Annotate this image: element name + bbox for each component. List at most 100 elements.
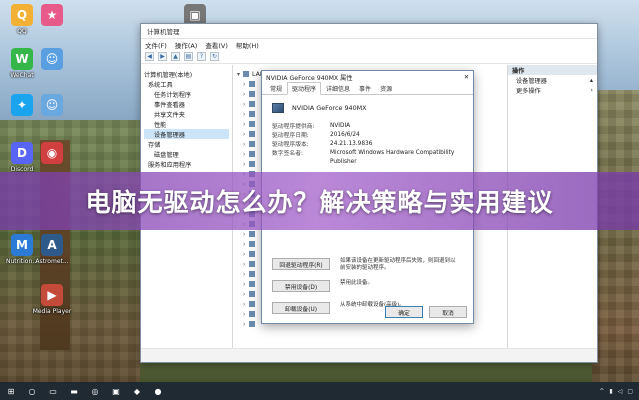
tree-item[interactable]: 性能	[144, 119, 229, 129]
device-icon	[249, 81, 255, 87]
device-icon	[249, 241, 255, 247]
menu-help[interactable]: 帮助(H)	[236, 40, 259, 50]
file-explorer-icon[interactable]: ▬	[67, 385, 81, 397]
desktop-icon-2[interactable]: ★	[32, 4, 72, 28]
cancel-button[interactable]: 取消	[429, 306, 467, 318]
chevron-right-icon: ›	[590, 86, 593, 94]
device-icon	[249, 151, 255, 157]
toolbar: ◀ ▶ ▲ ▤ ? ↻	[141, 50, 597, 64]
field-label: 驱动程序日期:	[272, 133, 309, 139]
desktop-icon-label: WeChat	[10, 72, 34, 79]
help-icon[interactable]: ?	[197, 52, 206, 61]
app-icon: A	[41, 234, 63, 256]
app-icon: ★	[41, 4, 63, 26]
task-view-icon[interactable]: ▭	[46, 385, 60, 397]
tab-details[interactable]: 详细信息	[322, 83, 354, 94]
display-adapter-icon	[272, 103, 284, 113]
desktop-icon-label: QQ	[17, 28, 27, 35]
start-icon[interactable]: ⊞	[4, 385, 18, 397]
dialog-tabs: 常规 驱动程序 详细信息 事件 资源	[262, 82, 473, 95]
app-icon[interactable]: ●	[151, 385, 165, 397]
search-icon[interactable]: ○	[25, 385, 39, 397]
tab-events[interactable]: 事件	[355, 83, 375, 94]
tree-item[interactable]: 服务和应用程序	[144, 159, 229, 169]
tree-item[interactable]: 存储	[144, 139, 229, 149]
desktop-icon-media[interactable]: ▶ Media Player	[32, 284, 72, 315]
menu-view[interactable]: 查看(V)	[205, 40, 228, 50]
discord-icon: D	[11, 142, 33, 164]
field-label: 驱动程序提供商:	[272, 124, 315, 130]
close-icon[interactable]: ✕	[464, 74, 469, 81]
tree-item[interactable]: 事件查看器	[144, 99, 229, 109]
device-icon	[249, 131, 255, 137]
uninstall-device-button[interactable]: 卸载设备(U)	[272, 302, 330, 314]
field-version: 驱动程序版本: 24.21.13.9836	[262, 139, 473, 149]
tab-general[interactable]: 常规	[266, 83, 286, 94]
device-icon	[249, 251, 255, 257]
browser-icon[interactable]: ◎	[88, 385, 102, 397]
field-date: 驱动程序日期: 2016/6/24	[262, 130, 473, 140]
chevron-up-icon[interactable]: ^	[599, 388, 604, 395]
window-title: 计算机管理	[147, 28, 180, 36]
rollback-driver-button[interactable]: 回退驱动程序(R)	[272, 258, 330, 270]
action-label: 设备管理器	[516, 77, 547, 85]
qq-icon: Q	[11, 4, 33, 26]
app-icon: M	[11, 234, 33, 256]
field-provider: 驱动程序提供商: NVIDIA	[262, 121, 473, 131]
anime-app-icon: ☺	[41, 94, 63, 116]
disable-device-button[interactable]: 禁用设备(D)	[272, 280, 330, 292]
notification-icon[interactable]: ▢	[627, 388, 633, 395]
device-icon	[249, 161, 255, 167]
disable-desc: 禁用此设备。	[340, 280, 374, 286]
menu-file[interactable]: 文件(F)	[145, 40, 167, 50]
tree-item[interactable]: 共享文件夹	[144, 109, 229, 119]
disable-row: 禁用设备(D) 禁用此设备。	[262, 280, 473, 302]
field-value: NVIDIA	[330, 122, 351, 129]
field-label: 数字签名者:	[272, 151, 303, 157]
device-icon	[249, 91, 255, 97]
tree-item-device-manager[interactable]: 设备管理器	[144, 129, 229, 139]
article-title-banner: 电脑无驱动怎么办？解决策略与实用建议	[0, 172, 639, 230]
tree-item[interactable]: 系统工具	[144, 79, 229, 89]
up-icon[interactable]: ▲	[171, 52, 180, 61]
desktop-icon-label: Astromet...	[35, 258, 69, 265]
device-icon	[249, 101, 255, 107]
menu-action[interactable]: 操作(A)	[175, 40, 198, 50]
device-icon	[249, 291, 255, 297]
device-icon	[249, 311, 255, 317]
device-icon	[249, 121, 255, 127]
desktop-icon-astromet[interactable]: A Astromet...	[32, 234, 72, 265]
network-icon[interactable]: ▮	[609, 388, 612, 395]
desktop-icon-7[interactable]: ☺	[32, 94, 72, 118]
field-signer-cont: Publisher	[262, 157, 473, 166]
rollback-row: 回退驱动程序(R) 如果该设备在更新驱动程序后失败，则回退到以前安装的驱动程序。	[262, 258, 473, 280]
ok-button[interactable]: 确定	[385, 306, 423, 318]
device-icon	[249, 321, 255, 327]
app-icon[interactable]: ◆	[130, 385, 144, 397]
wechat-icon: W	[11, 48, 33, 70]
volume-icon[interactable]: ◁	[618, 388, 623, 395]
desktop-icon-5[interactable]: ☺	[32, 48, 72, 72]
banner-title: 电脑无驱动怎么办？解决策略与实用建议	[85, 188, 554, 217]
actions-header: 操作	[508, 65, 597, 75]
system-tray: ^ ▮ ◁ ▢	[599, 382, 633, 400]
action-more[interactable]: 更多操作 ›	[508, 85, 597, 95]
action-device-manager[interactable]: 设备管理器 ▴	[508, 75, 597, 85]
rollback-desc: 如果该设备在更新驱动程序后失败，则回退到以前安装的驱动程序。	[340, 258, 456, 271]
tree-item[interactable]: 磁盘管理	[144, 149, 229, 159]
action-label: 更多操作	[516, 87, 541, 95]
app-icon: ◉	[41, 142, 63, 164]
refresh-icon[interactable]: ↻	[210, 52, 219, 61]
device-icon	[249, 281, 255, 287]
tree-item[interactable]: 任务计划程序	[144, 89, 229, 99]
window-title-bar: 计算机管理	[141, 24, 597, 39]
back-icon[interactable]: ◀	[145, 52, 154, 61]
app-icon: ✦	[11, 94, 33, 116]
tab-driver[interactable]: 驱动程序	[287, 82, 322, 95]
tab-resources[interactable]: 资源	[376, 83, 396, 94]
desktop-icon-9[interactable]: ◉	[32, 142, 72, 166]
forward-icon[interactable]: ▶	[158, 52, 167, 61]
properties-icon[interactable]: ▤	[184, 52, 193, 61]
tree-item[interactable]: 计算机管理(本地)	[144, 69, 229, 79]
app-icon[interactable]: ▣	[109, 385, 123, 397]
